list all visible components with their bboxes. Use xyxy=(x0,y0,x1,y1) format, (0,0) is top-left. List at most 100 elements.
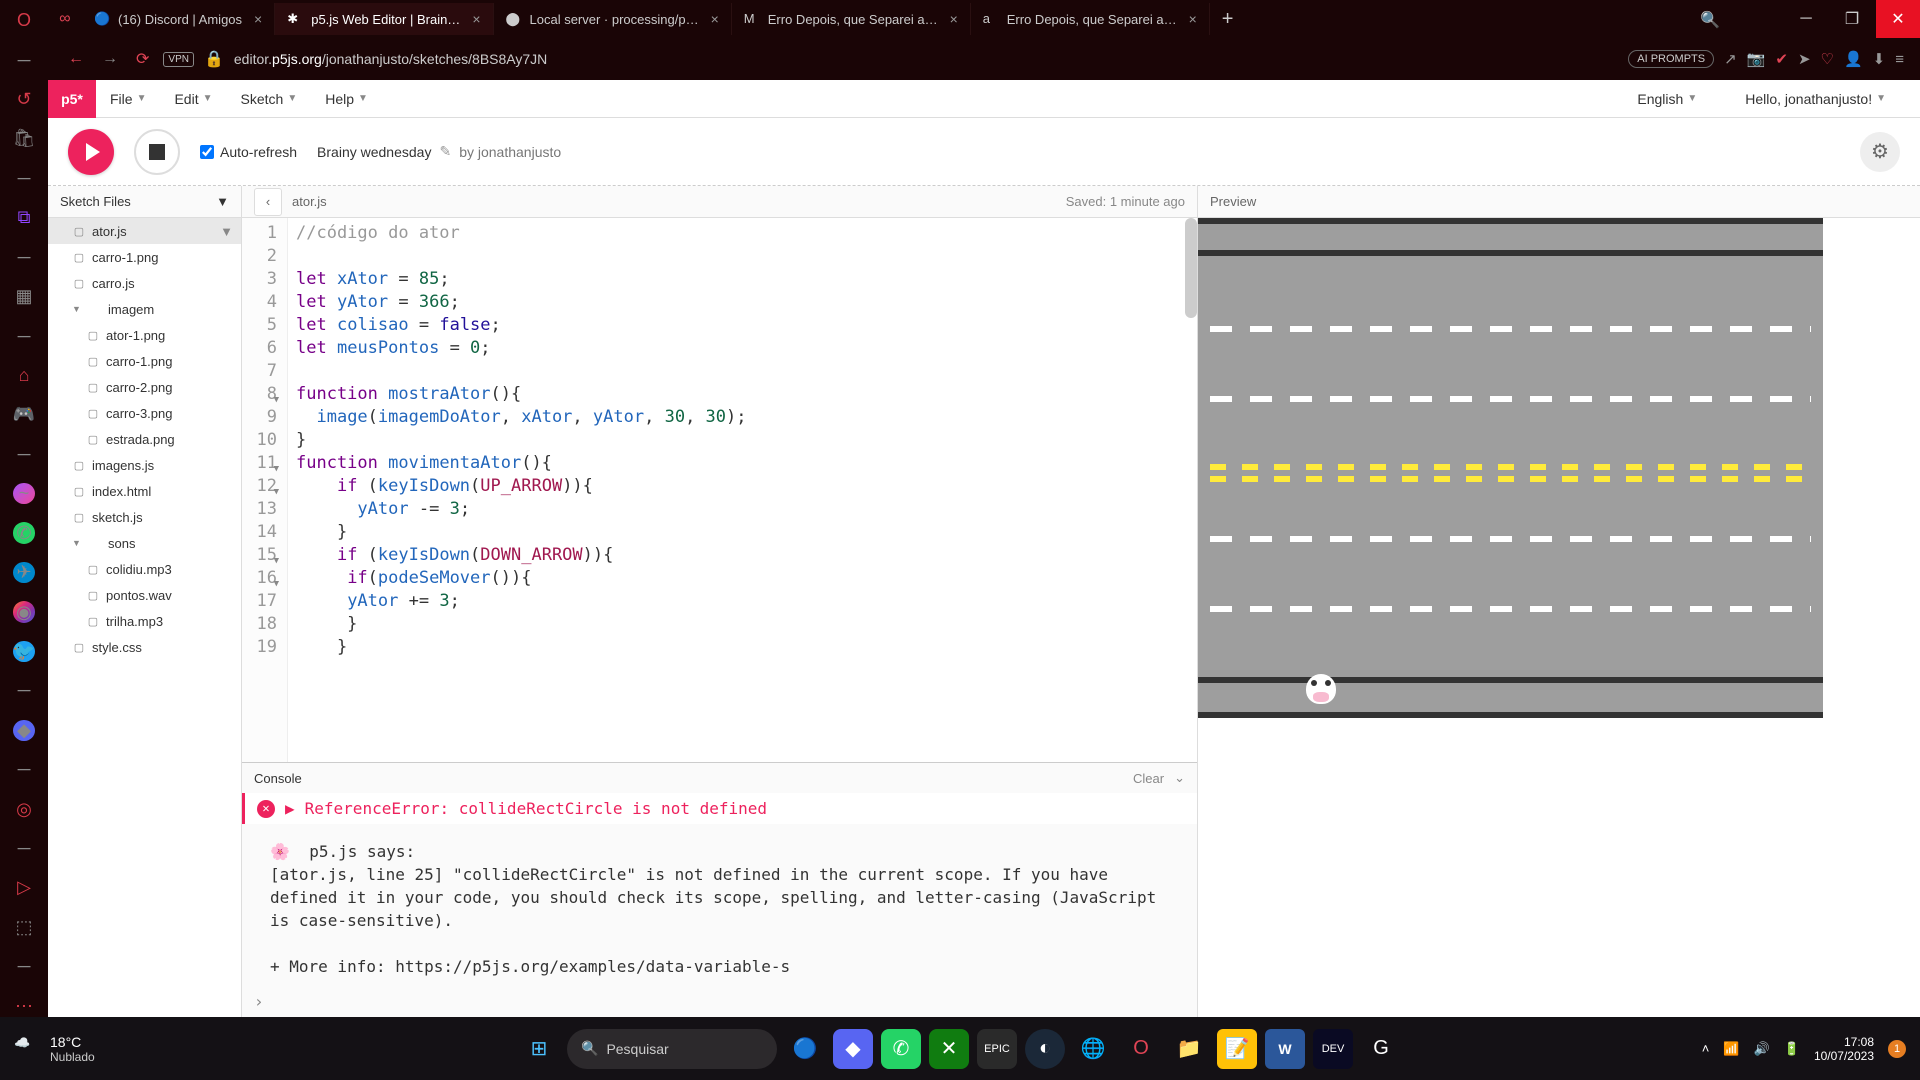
error-expand-icon[interactable]: ▶ xyxy=(285,797,295,820)
close-tab-icon[interactable]: × xyxy=(472,11,480,27)
language-selector[interactable]: English▼ xyxy=(1623,91,1711,107)
close-tab-icon[interactable]: × xyxy=(950,11,958,27)
file-item[interactable]: ▢ator.js▼ xyxy=(48,218,241,244)
forward-button[interactable]: → xyxy=(98,46,122,72)
twitter-icon[interactable]: 🐦 xyxy=(13,641,35,662)
url-display[interactable]: editor.p5js.org/jonathanjusto/sketches/8… xyxy=(234,51,1618,67)
notification-badge[interactable]: 1 xyxy=(1888,1040,1906,1058)
instagram-icon[interactable]: ◉ xyxy=(13,601,35,622)
file-item[interactable]: ▢index.html xyxy=(48,478,241,504)
record-icon[interactable]: ◎ xyxy=(13,798,35,819)
browser-tab[interactable]: MErro Depois, que Separei a…× xyxy=(732,3,971,35)
extension-icon[interactable]: ↗ xyxy=(1724,50,1737,68)
lighter-icon[interactable]: ▦ xyxy=(13,286,35,307)
reload-button[interactable]: ⟳ xyxy=(132,45,153,73)
lock-icon[interactable]: 🔒 xyxy=(204,49,224,69)
file-item[interactable]: ▢carro-2.png xyxy=(48,374,241,400)
weather-widget[interactable]: ☁️ 18°C Nublado xyxy=(14,1034,95,1064)
dev-icon[interactable]: DEV xyxy=(1313,1029,1353,1069)
more-icon[interactable]: ⋯ xyxy=(13,996,35,1017)
code-editor[interactable]: 12345678▼91011▼12▼131415▼16▼171819 //cód… xyxy=(242,218,1197,762)
easy-setup-icon[interactable]: ≡ xyxy=(1895,51,1904,68)
file-item[interactable]: ▢trilha.mp3 xyxy=(48,608,241,634)
files-menu-icon[interactable]: ▼ xyxy=(216,194,229,209)
opera-taskbar-icon[interactable]: O xyxy=(1121,1029,1161,1069)
shield-icon[interactable]: ✔ xyxy=(1775,50,1788,68)
whatsapp-taskbar-icon[interactable]: ✆ xyxy=(881,1029,921,1069)
clock[interactable]: 17:08 10/07/2023 xyxy=(1814,1035,1874,1063)
file-item[interactable]: ▢estrada.png xyxy=(48,426,241,452)
file-item[interactable]: ▢sketch.js xyxy=(48,504,241,530)
notes-icon[interactable]: 📝 xyxy=(1217,1029,1257,1069)
opera-menu-icon[interactable]: O xyxy=(13,10,35,31)
menu-edit[interactable]: Edit▼ xyxy=(160,91,226,107)
taskbar-search[interactable]: 🔍 Pesquisar xyxy=(567,1029,777,1069)
heart-icon[interactable]: ♡ xyxy=(1821,50,1834,68)
home-icon[interactable]: ⌂ xyxy=(13,365,35,386)
vpn-badge[interactable]: VPN xyxy=(163,52,194,67)
file-item[interactable]: ▢carro-3.png xyxy=(48,400,241,426)
user-greeting[interactable]: Hello, jonathanjusto!▼ xyxy=(1731,91,1900,107)
minimize-button[interactable]: ─ xyxy=(1784,0,1828,38)
logitech-icon[interactable]: G xyxy=(1361,1029,1401,1069)
gaming-icon[interactable]: 🎮 xyxy=(13,404,35,425)
console-error-row[interactable]: ✕ ▶ ReferenceError: collideRectCircle is… xyxy=(242,793,1197,824)
cube-icon[interactable]: ⬚ xyxy=(13,917,35,938)
word-icon[interactable]: W xyxy=(1265,1029,1305,1069)
battery-icon[interactable]: 🔋 xyxy=(1784,1041,1800,1057)
steam-icon[interactable]: ◐ xyxy=(1025,1029,1065,1069)
file-item[interactable]: ▢carro.js xyxy=(48,270,241,296)
folder-item[interactable]: ▼sons xyxy=(48,530,241,556)
start-button[interactable]: ⊞ xyxy=(519,1029,559,1069)
collapse-files-button[interactable]: ‹ xyxy=(254,188,282,216)
download-icon[interactable]: ⬇ xyxy=(1873,50,1886,68)
shop-icon[interactable]: 🛍 xyxy=(13,128,35,149)
edge-icon[interactable]: 🌐 xyxy=(1073,1029,1113,1069)
file-item[interactable]: ▢imagens.js xyxy=(48,452,241,478)
auto-refresh-checkbox[interactable] xyxy=(200,145,214,159)
close-tab-icon[interactable]: × xyxy=(1189,11,1197,27)
console-clear-button[interactable]: Clear xyxy=(1133,771,1164,786)
file-item[interactable]: ▢ator-1.png xyxy=(48,322,241,348)
opera-gx-icon[interactable]: ∞ xyxy=(48,2,82,36)
p5-logo[interactable]: p5* xyxy=(48,80,96,118)
menu-help[interactable]: Help▼ xyxy=(311,91,382,107)
maximize-button[interactable]: ❐ xyxy=(1830,0,1874,38)
discord-taskbar-icon[interactable]: ◆ xyxy=(833,1029,873,1069)
explorer-icon[interactable]: 📁 xyxy=(1169,1029,1209,1069)
console-prompt[interactable]: › xyxy=(242,986,1197,1017)
file-item[interactable]: ▢colidiu.mp3 xyxy=(48,556,241,582)
menu-sketch[interactable]: Sketch▼ xyxy=(227,91,312,107)
file-menu-icon[interactable]: ▼ xyxy=(220,224,233,239)
sketch-name[interactable]: Brainy wednesday xyxy=(317,144,431,160)
play-button[interactable] xyxy=(68,129,114,175)
tray-expand-icon[interactable]: ˄ xyxy=(1702,1041,1710,1056)
play-icon[interactable]: ▷ xyxy=(13,877,35,898)
epic-icon[interactable]: EPIC xyxy=(977,1029,1017,1069)
volume-icon[interactable]: 🔊 xyxy=(1754,1041,1770,1057)
wifi-icon[interactable]: 📶 xyxy=(1723,1041,1739,1057)
edit-name-icon[interactable]: ✎ xyxy=(439,143,451,160)
file-item[interactable]: ▢pontos.wav xyxy=(48,582,241,608)
whatsapp-icon[interactable]: ✆ xyxy=(13,522,35,543)
auto-refresh-toggle[interactable]: Auto-refresh xyxy=(200,144,297,160)
screenshot-icon[interactable]: 📷 xyxy=(1747,50,1766,68)
browser-tab[interactable]: 🔵(16) Discord | Amigos× xyxy=(82,3,275,35)
editor-scrollbar[interactable] xyxy=(1185,218,1197,318)
browser-tab[interactable]: ✱p5.js Web Editor | Brain…× xyxy=(275,3,493,35)
browser-tab[interactable]: ⬤Local server · processing/p…× xyxy=(494,3,732,35)
back-button[interactable]: ← xyxy=(64,46,88,72)
discord-icon[interactable]: ◆ xyxy=(13,720,35,741)
new-tab-button[interactable]: + xyxy=(1210,8,1246,31)
settings-button[interactable]: ⚙ xyxy=(1860,132,1900,172)
folder-item[interactable]: ▼imagem xyxy=(48,296,241,322)
rewind-icon[interactable]: ↺ xyxy=(13,89,35,110)
browser-tab[interactable]: aErro Depois, que Separei a…× xyxy=(971,3,1210,35)
console-collapse-icon[interactable]: ⌄ xyxy=(1174,770,1185,786)
ai-prompts-button[interactable]: AI PROMPTS xyxy=(1628,50,1714,68)
messenger-icon[interactable]: ~ xyxy=(13,483,35,504)
send-icon[interactable]: ➤ xyxy=(1798,50,1811,68)
file-item[interactable]: ▢style.css xyxy=(48,634,241,660)
file-item[interactable]: ▢carro-1.png xyxy=(48,244,241,270)
menu-file[interactable]: File▼ xyxy=(96,91,160,107)
